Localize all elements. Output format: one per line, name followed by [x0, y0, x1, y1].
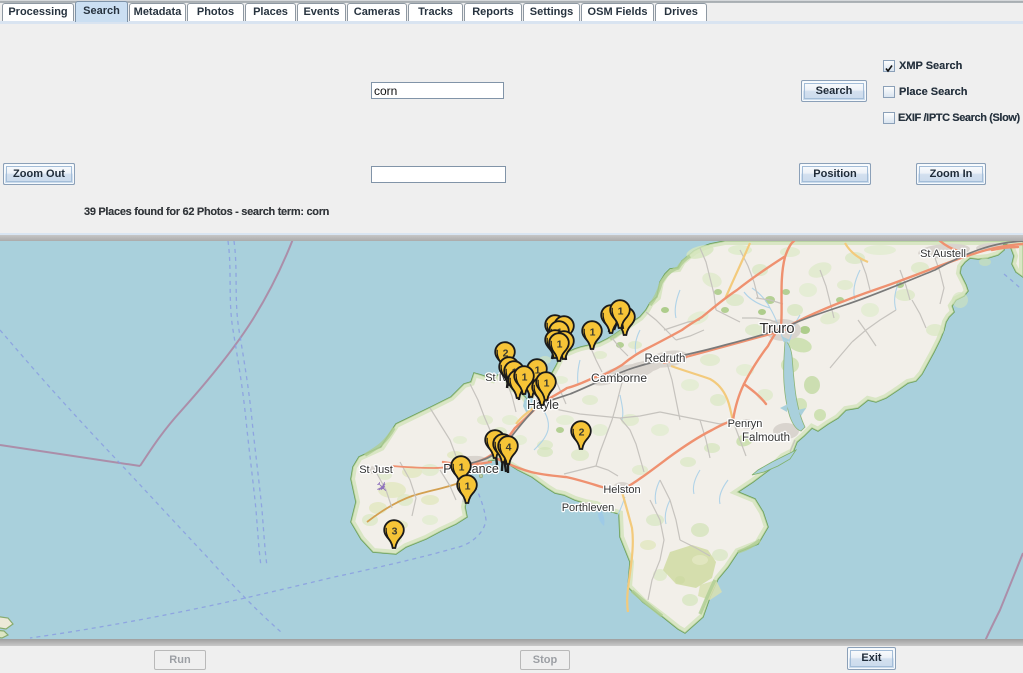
svg-text:Penryn: Penryn — [728, 418, 763, 430]
svg-text:2: 2 — [579, 426, 585, 438]
svg-text:St Just: St Just — [359, 464, 393, 476]
svg-text:St Austell: St Austell — [920, 248, 966, 260]
svg-text:Helston: Helston — [603, 484, 640, 496]
svg-text:1: 1 — [459, 461, 465, 473]
svg-text:Camborne: Camborne — [591, 371, 647, 385]
svg-text:Falmouth: Falmouth — [742, 432, 790, 444]
svg-text:1: 1 — [522, 371, 528, 383]
svg-text:1: 1 — [618, 305, 624, 317]
svg-text:Redruth: Redruth — [645, 353, 686, 365]
svg-text:4: 4 — [506, 441, 512, 453]
svg-text:1: 1 — [465, 480, 471, 492]
svg-text:1: 1 — [590, 326, 596, 338]
svg-text:1: 1 — [544, 377, 550, 389]
svg-text:Porthleven: Porthleven — [562, 502, 615, 514]
svg-text:1: 1 — [557, 338, 563, 350]
svg-text:3: 3 — [392, 525, 398, 537]
svg-text:Truro: Truro — [759, 320, 794, 337]
